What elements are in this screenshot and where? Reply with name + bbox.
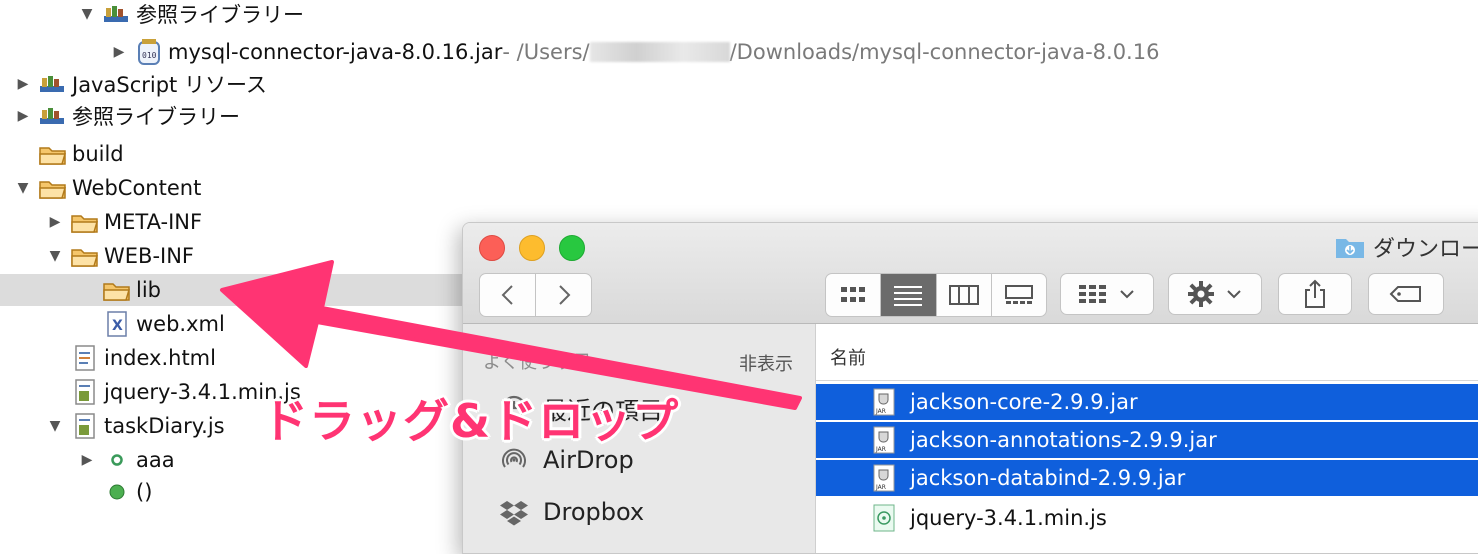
drag-arrow-annotation (220, 260, 802, 410)
drag-drop-callout: ドラッグ&ドロップ (262, 394, 680, 448)
